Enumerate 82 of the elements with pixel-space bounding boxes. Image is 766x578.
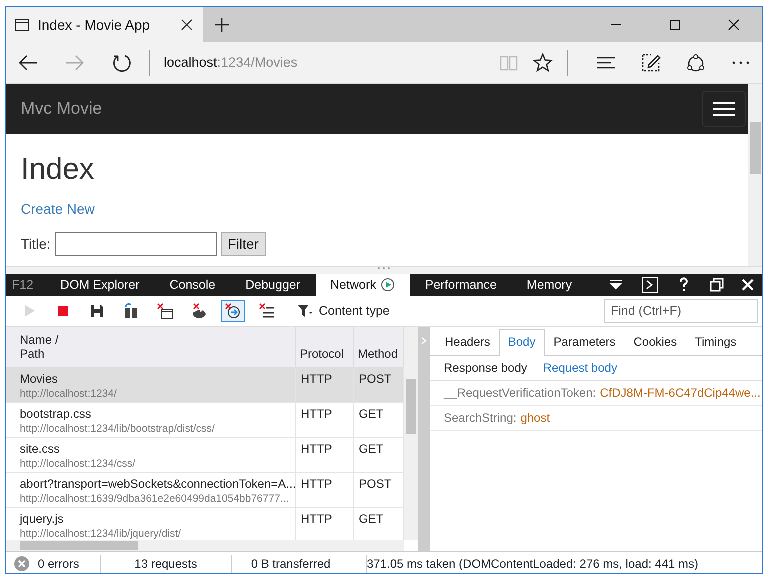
detail-tab[interactable]: Body <box>499 329 545 356</box>
scrollbar[interactable] <box>404 327 418 540</box>
request-name: site.css <box>20 442 60 456</box>
find-field[interactable]: Find (Ctrl+F) <box>604 299 758 323</box>
protocol-cell: HTTP <box>296 438 354 472</box>
request-path: http://localhost:1234/ <box>20 388 117 400</box>
title-field[interactable] <box>54 232 217 256</box>
restore-icon[interactable] <box>710 278 724 292</box>
param-key: SearchString: <box>444 411 517 425</box>
pen-note-icon[interactable] <box>641 52 661 72</box>
maximize-icon[interactable] <box>669 18 681 30</box>
back-icon[interactable] <box>18 52 38 72</box>
funnel-icon <box>297 303 313 319</box>
new-tab-icon[interactable] <box>215 18 229 32</box>
request-row[interactable]: Movies http://localhost:1234/ HTTP POST <box>6 368 404 403</box>
title-label: Title: <box>21 236 51 252</box>
page-heading: Index <box>21 152 94 188</box>
request-name: abort?transport=webSockets&connectionToken=A... <box>20 477 296 491</box>
f12-label: F12 <box>11 278 35 292</box>
menu-icon <box>713 101 735 117</box>
column-header[interactable]: Name / Path <box>6 327 296 367</box>
detail-tab[interactable]: Headers <box>436 329 500 355</box>
share-icon[interactable] <box>686 52 706 72</box>
refresh-icon[interactable] <box>112 52 132 72</box>
grip-icon[interactable] <box>377 267 391 270</box>
protocol-cell: HTTP <box>296 403 354 437</box>
column-header[interactable]: Protocol <box>296 327 354 367</box>
param-value: CfDJ8M-FM-6C47dCip44we... <box>600 386 761 400</box>
request-name: Movies <box>20 372 58 386</box>
request-path: http://localhost:1639/9dba361e2e60499da1054bb76777... <box>20 493 290 505</box>
window-icon <box>14 16 30 32</box>
tab-title: Index - Movie App <box>38 16 152 32</box>
star-icon[interactable] <box>533 52 553 72</box>
menu-button[interactable] <box>702 91 746 127</box>
request-row[interactable]: site.css http://localhost:1234/css/ HTTP GET <box>6 438 404 473</box>
close-icon[interactable] <box>181 18 193 30</box>
save-icon <box>89 303 105 319</box>
scrollbar[interactable] <box>748 84 762 266</box>
detail-tab[interactable]: Timings <box>686 329 746 355</box>
error-count: 0 errors <box>38 557 80 571</box>
scrollbar-thumb[interactable] <box>750 122 761 174</box>
body-tab[interactable]: Response body <box>444 361 528 375</box>
devtools-tab[interactable]: Console <box>154 274 231 296</box>
refresh-arrow-button[interactable] <box>221 300 245 322</box>
devtools-tab[interactable]: Debugger <box>230 274 316 296</box>
stop-icon <box>55 303 71 319</box>
body-tab[interactable]: Request body <box>543 361 618 375</box>
refresh-arrow-icon <box>225 303 241 319</box>
protocol-cell: HTTP <box>296 473 354 507</box>
close-icon[interactable] <box>728 18 740 30</box>
console-prompt-icon[interactable] <box>642 277 658 293</box>
create-link[interactable]: Create New <box>21 201 95 217</box>
request-row[interactable]: abort?transport=webSockets&connectionToken=A... http://localhost:1639/9dba361e2e60499da1054bb76777... HTTP POST <box>6 473 404 508</box>
browser-tab[interactable]: Index - Movie App <box>6 7 203 42</box>
clear-window-icon <box>157 303 173 319</box>
filter-button[interactable]: Filter <box>220 232 266 256</box>
clear-list-icon <box>259 303 275 319</box>
request-path: http://localhost:1234/lib/bootstrap/dist/css/ <box>20 423 215 435</box>
brand-link[interactable]: Mvc Movie <box>21 99 102 119</box>
scrollbar-thumb[interactable] <box>20 541 138 550</box>
content-type-filter[interactable]: Content type <box>297 303 390 319</box>
param-value: ghost <box>520 411 550 425</box>
detail-tab[interactable]: Parameters <box>544 329 625 355</box>
request-path: http://localhost:1234/lib/jquery/dist/ <box>20 528 182 540</box>
scrollbar-thumb[interactable] <box>406 379 416 434</box>
address-field[interactable]: localhost:1234/Movies <box>164 55 499 70</box>
devtools-tab[interactable]: Performance <box>410 274 512 296</box>
devtools-tab[interactable]: DOM Explorer <box>46 274 155 296</box>
devtools-tab[interactable]: Network <box>316 274 410 296</box>
request-name: bootstrap.css <box>20 407 92 421</box>
request-row[interactable]: bootstrap.css http://localhost:1234/lib/bootstrap/dist/css/ HTTP GET <box>6 403 404 438</box>
request-count: 13 requests <box>134 557 198 571</box>
param-key: __RequestVerificationToken: <box>444 386 596 400</box>
detail-tab[interactable]: Cookies <box>624 329 686 355</box>
request-name: jquery.js <box>20 512 64 526</box>
transferred-size: 0 B transferred <box>250 557 332 571</box>
filter-label: Content type <box>319 304 390 318</box>
request-path: http://localhost:1234/css/ <box>20 458 136 470</box>
scrollbar[interactable] <box>6 540 404 551</box>
load-time: 371.05 ms taken (DOMContentLoaded: 276 ms, load: 441 ms) <box>367 557 699 571</box>
protocol-cell: HTTP <box>296 368 354 402</box>
devtools-tab[interactable]: Memory <box>512 274 588 296</box>
